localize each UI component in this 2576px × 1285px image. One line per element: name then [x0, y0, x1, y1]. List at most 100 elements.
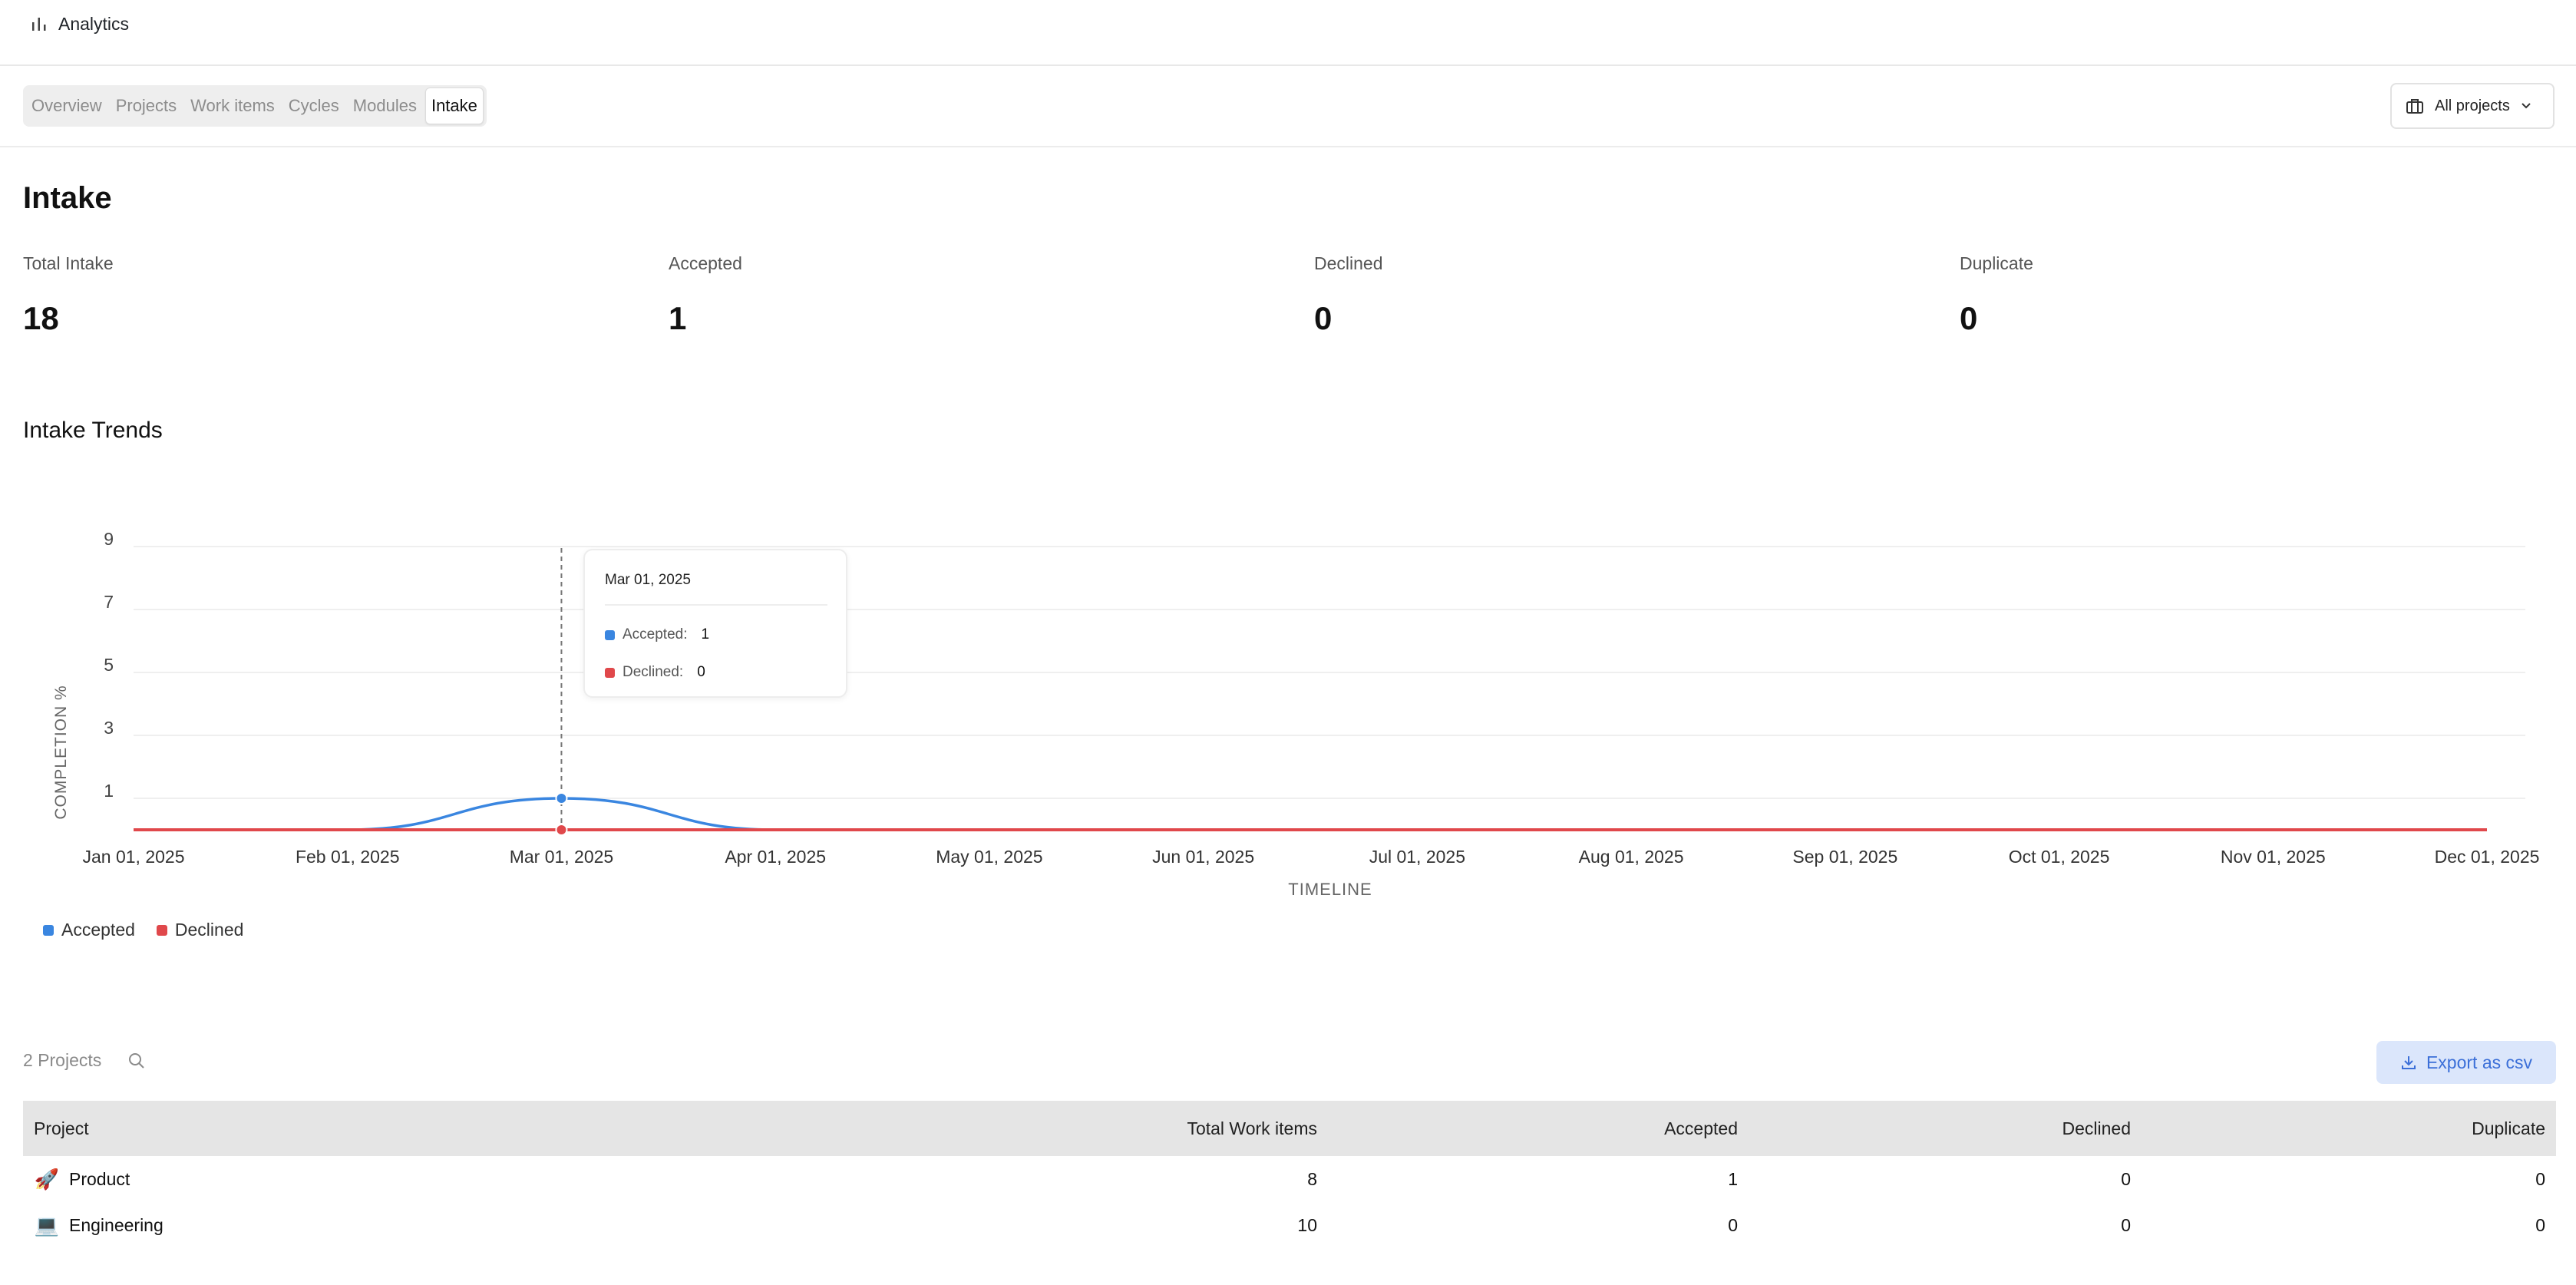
- stat-value: 0: [1960, 300, 1978, 336]
- stat-total-intake: Total Intake 18: [23, 253, 114, 337]
- chart-svg: 1 3 5 7 9 Jan 01, 2025 Feb 01, 2025 Mar 01, 202…: [52, 529, 2540, 899]
- total-cell: 10: [1297, 1214, 1317, 1235]
- column-header-accepted[interactable]: Accepted: [1328, 1101, 1749, 1156]
- duplicate-cell: 0: [2535, 1214, 2545, 1235]
- download-icon: [2401, 1056, 2416, 1069]
- top-bar: Analytics: [0, 0, 2576, 66]
- tooltip-label: Declined:: [623, 664, 684, 680]
- stat-value: 0: [1314, 300, 1333, 336]
- y-axis-label: COMPLETION %: [52, 685, 70, 819]
- table-toolbar: 2 Projects Export as csv: [23, 1041, 2556, 1084]
- declined-cell: 0: [2121, 1168, 2131, 1189]
- x-tick-label: Apr 01, 2025: [725, 847, 826, 867]
- analytics-tabs: Overview Projects Work items Cycles Modu…: [23, 85, 487, 127]
- x-tick-label: Sep 01, 2025: [1792, 847, 1897, 867]
- tab-overview[interactable]: Overview: [26, 88, 107, 124]
- x-tick-label: Jan 01, 2025: [82, 847, 184, 867]
- legend-swatch: [43, 924, 54, 936]
- tooltip-row-declined: Declined: 0: [605, 664, 705, 681]
- legend-swatch: [156, 924, 167, 936]
- chart-legend: Accepted Declined: [43, 920, 243, 940]
- page-title: Intake: [23, 181, 112, 215]
- table-row[interactable]: 🚀 Product 8 1 0 0: [23, 1156, 2556, 1202]
- project-count-label: 2 Projects: [23, 1050, 102, 1070]
- stat-accepted: Accepted 1: [669, 253, 742, 337]
- table-row[interactable]: 💻 Engineering 10 0 0 0: [23, 1202, 2556, 1248]
- accepted-cell: 1: [1728, 1168, 1738, 1189]
- declined-cell: 0: [2121, 1214, 2131, 1235]
- rocket-icon: 🚀: [34, 1167, 60, 1191]
- tab-projects[interactable]: Projects: [111, 88, 182, 124]
- stat-label: Total Intake: [23, 253, 114, 273]
- project-cell: 💻 Engineering: [23, 1202, 1052, 1248]
- stat-value: 18: [23, 300, 59, 336]
- app-title: Analytics: [31, 11, 129, 37]
- column-header-project[interactable]: Project: [23, 1101, 1052, 1156]
- intake-trends-title: Intake Trends: [23, 418, 163, 443]
- x-tick-label: Jun 01, 2025: [1152, 847, 1254, 867]
- project-cell: 🚀 Product: [23, 1156, 1052, 1202]
- stat-label: Accepted: [669, 253, 742, 273]
- x-tick-label: Feb 01, 2025: [296, 847, 400, 867]
- intake-trends-chart: 1 3 5 7 9 Jan 01, 2025 Feb 01, 2025 Mar 01, 202…: [0, 522, 2576, 921]
- tab-modules[interactable]: Modules: [348, 88, 422, 124]
- app-title-text: Analytics: [58, 13, 130, 34]
- accepted-swatch: [605, 629, 615, 640]
- data-point-accepted: [555, 792, 568, 804]
- project-name: Product: [69, 1168, 130, 1189]
- export-csv-button[interactable]: Export as csv: [2376, 1041, 2556, 1084]
- legend-item-accepted[interactable]: Accepted: [43, 920, 135, 940]
- y-tick-label: 5: [104, 655, 114, 675]
- declined-swatch: [605, 667, 615, 678]
- tooltip-row-accepted: Accepted: 1: [605, 626, 709, 643]
- table-header-row: Project Total Work items Accepted Declin…: [23, 1101, 2556, 1156]
- total-cell: 8: [1307, 1168, 1317, 1189]
- column-header-duplicate[interactable]: Duplicate: [2142, 1101, 2556, 1156]
- y-tick-label: 9: [104, 529, 114, 549]
- x-axis-label: TIMELINE: [1288, 880, 1372, 899]
- legend-label: Accepted: [61, 920, 135, 940]
- legend-item-declined[interactable]: Declined: [156, 920, 244, 940]
- projects-table: Project Total Work items Accepted Declin…: [23, 1101, 2556, 1248]
- x-tick-label: Aug 01, 2025: [1579, 847, 1684, 867]
- chart-tooltip: Mar 01, 2025 Accepted: 1 Declined: 0: [583, 549, 847, 698]
- data-point-declined: [555, 824, 568, 836]
- y-tick-label: 3: [104, 718, 114, 738]
- tooltip-divider: [605, 604, 827, 606]
- stat-duplicate: Duplicate 0: [1960, 253, 2033, 337]
- y-tick-label: 7: [104, 592, 114, 612]
- stat-value: 1: [669, 300, 687, 336]
- export-csv-label: Export as csv: [2426, 1052, 2533, 1072]
- search-icon[interactable]: [127, 1052, 146, 1070]
- x-tick-label: Dec 01, 2025: [2435, 847, 2540, 867]
- column-header-declined[interactable]: Declined: [1749, 1101, 2142, 1156]
- x-tick-label: Jul 01, 2025: [1369, 847, 1465, 867]
- tab-intake[interactable]: Intake: [424, 88, 484, 124]
- column-header-total[interactable]: Total Work items: [1052, 1101, 1328, 1156]
- tab-work-items[interactable]: Work items: [185, 88, 280, 124]
- tabs-row: Overview Projects Work items Cycles Modu…: [0, 68, 2576, 147]
- briefcase-icon: [2406, 99, 2423, 114]
- series-line-accepted: [134, 797, 2487, 831]
- tab-cycles[interactable]: Cycles: [283, 88, 345, 124]
- stat-label: Duplicate: [1960, 253, 2033, 273]
- x-tick-label: Mar 01, 2025: [510, 847, 614, 867]
- chevron-down-icon: [2522, 103, 2531, 109]
- tooltip-value: 1: [701, 626, 710, 642]
- y-tick-label: 1: [104, 781, 114, 801]
- accepted-cell: 0: [1728, 1214, 1738, 1235]
- project-filter-dropdown[interactable]: All projects: [2390, 83, 2555, 129]
- duplicate-cell: 0: [2535, 1168, 2545, 1189]
- project-filter-label: All projects: [2435, 97, 2510, 114]
- x-tick-label: May 01, 2025: [936, 847, 1042, 867]
- stat-label: Declined: [1314, 253, 1383, 273]
- x-tick-label: Nov 01, 2025: [2221, 847, 2326, 867]
- stat-declined: Declined 0: [1314, 253, 1383, 337]
- legend-label: Declined: [174, 920, 244, 940]
- tooltip-value: 0: [697, 664, 705, 680]
- x-tick-label: Oct 01, 2025: [2009, 847, 2110, 867]
- laptop-icon: 💻: [34, 1213, 60, 1237]
- tooltip-date: Mar 01, 2025: [605, 572, 691, 588]
- bar-chart-icon: [32, 18, 46, 31]
- tooltip-label: Accepted:: [623, 626, 688, 642]
